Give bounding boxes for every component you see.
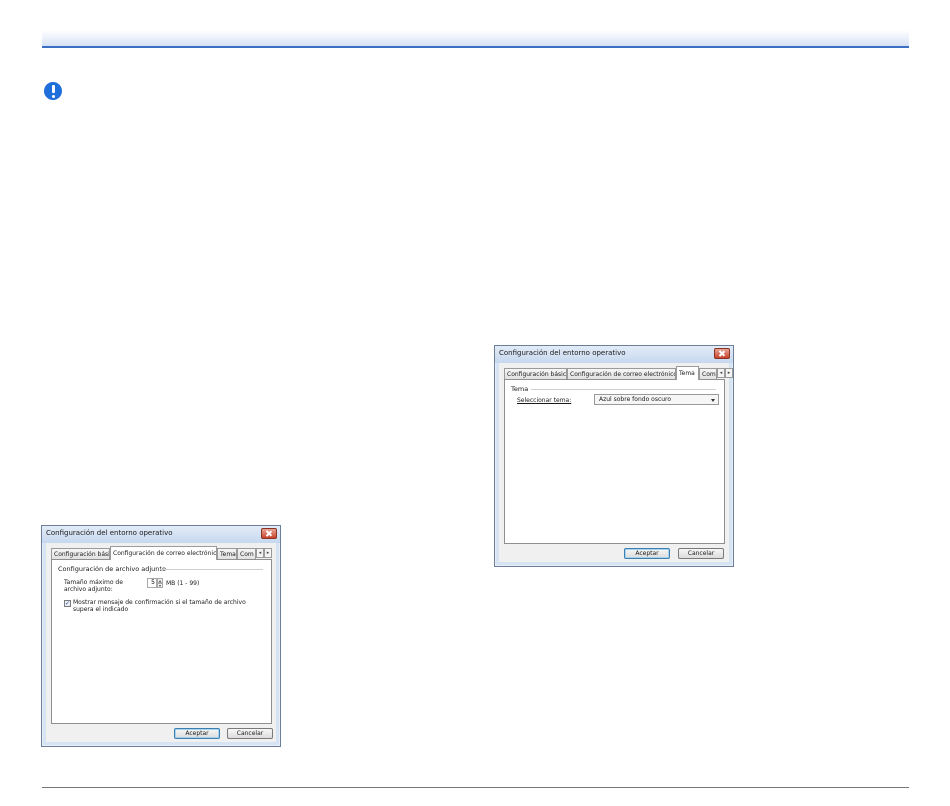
title-bar[interactable]: Configuración del entorno operativo xyxy=(42,526,280,543)
page-footer-rule xyxy=(42,787,909,788)
max-size-input[interactable]: 5 xyxy=(147,578,157,588)
operating-environment-dialog-email: Configuración del entorno operativo Conf… xyxy=(41,525,281,747)
select-theme-label: Seleccionar tema: xyxy=(517,397,572,404)
tab-strip: Configuración básica Configuración de co… xyxy=(51,546,272,560)
cancel-button[interactable]: Cancelar xyxy=(227,728,273,739)
cancel-button[interactable]: Cancelar xyxy=(678,548,724,559)
tab-panel-theme: Tema Seleccionar tema: Azul sobre fondo … xyxy=(504,379,725,544)
attachment-group-label: Configuración de archivo adjunto xyxy=(58,565,166,573)
dialog-client-area: Configuración básica Configuración de co… xyxy=(499,363,733,562)
chevron-down-icon xyxy=(711,399,715,402)
tab-scroll-left-icon[interactable]: ◂ xyxy=(717,368,725,378)
exclamation-circle-icon xyxy=(44,82,62,100)
page-header-rule xyxy=(42,30,909,48)
tab-basic-settings[interactable]: Configuración básica xyxy=(51,548,110,559)
tab-theme[interactable]: Tema xyxy=(217,548,237,559)
ok-button[interactable]: Aceptar xyxy=(174,728,220,739)
confirm-checkbox-label: Mostrar mensaje de confirmación si el ta… xyxy=(73,599,246,613)
theme-select-value: Azul sobre fondo oscuro xyxy=(599,396,672,403)
close-icon[interactable] xyxy=(261,528,277,539)
tab-scroll-right-icon[interactable]: ▸ xyxy=(264,548,272,558)
tab-basic-settings[interactable]: Configuración básica xyxy=(504,368,567,379)
window-title: Configuración del entorno operativo xyxy=(499,349,626,357)
theme-group-label: Tema xyxy=(511,385,529,393)
close-icon[interactable] xyxy=(714,348,730,359)
max-size-unit: MB (1 - 99) xyxy=(166,580,200,587)
group-divider xyxy=(531,389,716,390)
tab-com[interactable]: Com xyxy=(699,368,717,379)
tab-email-settings[interactable]: Configuración de correo electrónico xyxy=(110,546,217,560)
tab-com[interactable]: Com xyxy=(237,548,256,559)
tab-panel-email: Configuración de archivo adjunto Tamaño … xyxy=(51,559,272,724)
confirm-checkbox[interactable]: ✓ xyxy=(64,600,71,607)
tab-email-settings[interactable]: Configuración de correo electrónico xyxy=(567,368,676,379)
ok-button[interactable]: Aceptar xyxy=(624,548,670,559)
tab-strip: Configuración básica Configuración de co… xyxy=(504,366,733,380)
theme-select[interactable]: Azul sobre fondo oscuro xyxy=(594,394,719,405)
operating-environment-dialog-theme: Configuración del entorno operativo Conf… xyxy=(494,345,734,567)
spin-down-icon[interactable]: ▾ xyxy=(157,583,163,588)
tab-scroll-right-icon[interactable]: ▸ xyxy=(725,368,733,378)
group-divider xyxy=(160,569,263,570)
window-title: Configuración del entorno operativo xyxy=(46,529,173,537)
title-bar[interactable]: Configuración del entorno operativo xyxy=(495,346,733,363)
tab-scroll-left-icon[interactable]: ◂ xyxy=(256,548,264,558)
dialog-client-area: Configuración básica Configuración de co… xyxy=(46,543,276,742)
max-size-label: Tamaño máximo de archivo adjunto: xyxy=(64,579,123,593)
tab-theme[interactable]: Tema xyxy=(676,366,699,380)
